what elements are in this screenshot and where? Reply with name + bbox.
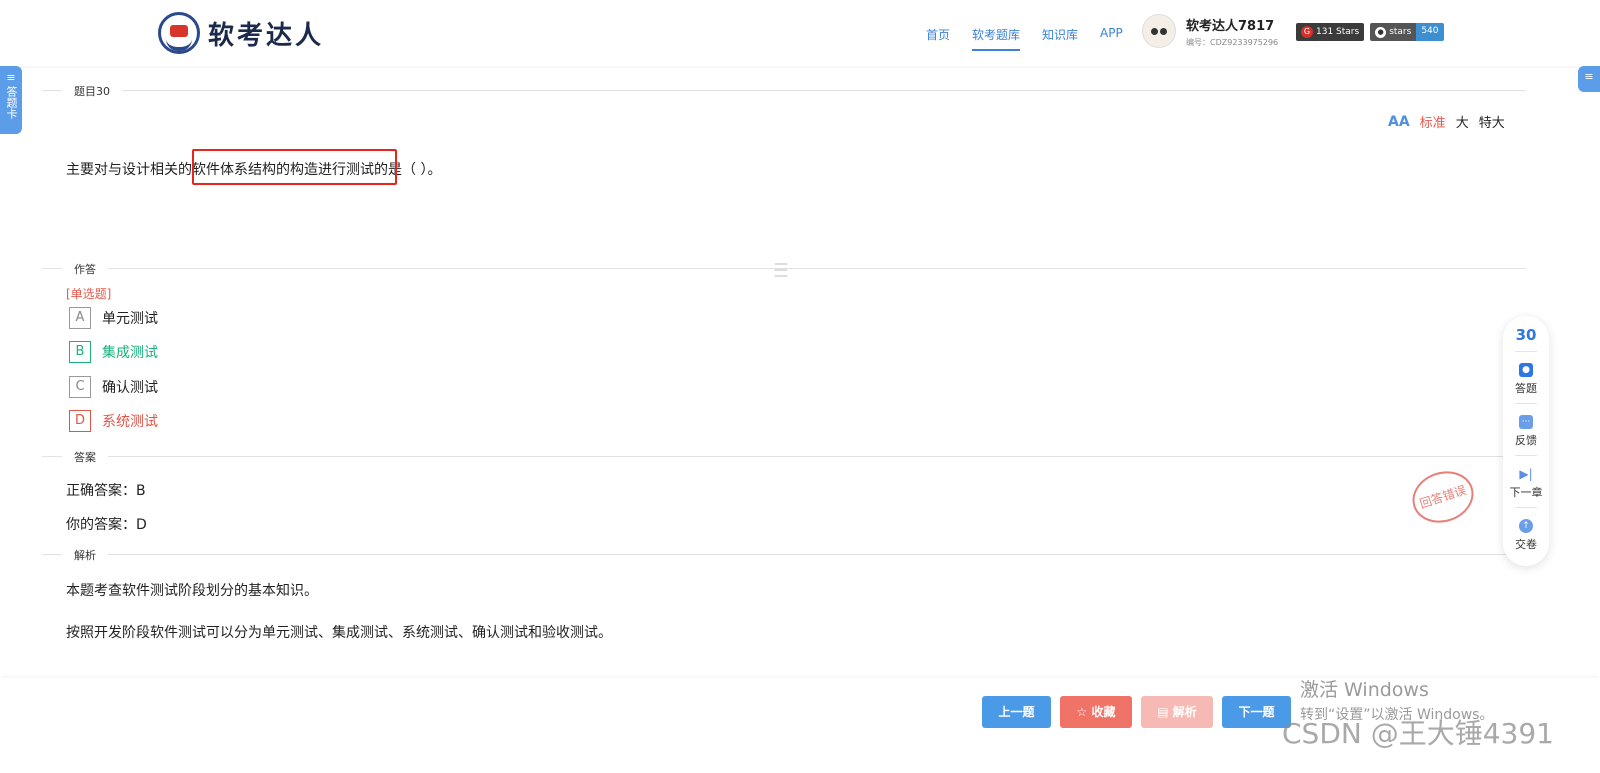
option-key: C (69, 376, 91, 398)
site-logo[interactable]: 软考达人 (158, 12, 324, 54)
question-number: 30 (1515, 326, 1537, 344)
analysis-paragraph: 按照开发阶段软件测试可以分为单元测试、集成测试、系统测试、确认测试和验收测试。 (66, 625, 612, 641)
document-icon: ▤ (1157, 705, 1173, 719)
star-badges: G 131 Stars ● stars 540 (1296, 23, 1444, 41)
option-text: 系统测试 (102, 414, 158, 430)
nav-knowledge-base[interactable]: 知识库 (1042, 26, 1078, 43)
font-xlarge[interactable]: 特大 (1479, 112, 1505, 131)
analysis-section-label: 解析 (62, 547, 108, 563)
option-key: B (69, 341, 91, 363)
upload-arrow-icon: ↑ (1519, 519, 1533, 533)
answer-area-label: 作答 (62, 261, 108, 277)
csdn-watermark: CSDN @王大锤4391 (1282, 717, 1554, 750)
analysis-paragraph: 本题考查软件测试阶段划分的基本知识。 (66, 583, 318, 599)
option-text: 单元测试 (102, 311, 158, 327)
top-header: 软考达人 首页 软考题库 知识库 APP 软考达人7817 编号：CDZ9233… (0, 0, 1600, 66)
github-icon: ● (1375, 26, 1387, 38)
answer-card-tab[interactable]: ≡ 答题卡 (0, 66, 22, 134)
divider (1515, 351, 1537, 352)
right-menu-tab[interactable]: ≡ (1578, 66, 1600, 92)
divider (42, 90, 1526, 91)
prev-question-button[interactable]: 上一题 (982, 696, 1051, 728)
option-key: D (69, 410, 91, 432)
skip-next-icon: ▶| (1519, 467, 1533, 481)
wrong-answer-stamp: 回答错误 (1405, 463, 1481, 531)
user-id: 编号：CDZ9233975296 (1186, 37, 1279, 47)
option-text: 确认测试 (102, 380, 158, 396)
avatar[interactable] (1142, 14, 1176, 48)
font-size-switch: AA 标准 大 特大 (1388, 112, 1505, 132)
gitee-stars-badge[interactable]: G 131 Stars (1296, 23, 1365, 41)
answer-card-label: 答题卡 (5, 86, 18, 119)
correct-answer: 正确答案：B (66, 483, 146, 499)
answer-sheet-icon: ● (1519, 363, 1533, 377)
menu-icon: ≡ (1584, 70, 1594, 83)
github-stars-badge[interactable]: ● stars 540 (1370, 23, 1444, 41)
main-nav: 首页 软考题库 知识库 APP (926, 26, 1123, 51)
logo-icon (158, 12, 200, 54)
nav-question-bank[interactable]: 软考题库 (972, 26, 1021, 51)
divider (42, 456, 1526, 457)
font-standard[interactable]: 标准 (1420, 112, 1446, 131)
nav-home[interactable]: 首页 (926, 26, 950, 43)
divider (42, 554, 1526, 555)
your-answer: 你的答案：D (66, 517, 147, 533)
next-question-button[interactable]: 下一题 (1222, 696, 1291, 728)
question-section-label: 题目30 (62, 83, 122, 99)
option-text: 集成测试 (102, 345, 158, 361)
option-d[interactable]: D 系统测试 (69, 410, 158, 432)
divider (1515, 455, 1537, 456)
option-key: A (69, 307, 91, 329)
font-large[interactable]: 大 (1456, 112, 1469, 131)
divider (1515, 507, 1537, 508)
nav-app[interactable]: APP (1100, 26, 1123, 43)
answer-section-label: 答案 (62, 449, 108, 465)
gitee-icon: G (1301, 26, 1313, 38)
feedback-icon: ··· (1519, 415, 1533, 429)
submit-paper-button[interactable]: ↑ 交卷 (1503, 519, 1549, 552)
favorite-button[interactable]: ☆ 收藏 (1060, 696, 1132, 728)
drag-handle-icon[interactable]: — — — (774, 257, 794, 283)
highlight-annotation (192, 149, 397, 185)
font-size-icon: AA (1388, 113, 1410, 130)
logo-text: 软考达人 (208, 20, 325, 51)
option-a[interactable]: A 单元测试 (69, 307, 158, 329)
divider (1515, 403, 1537, 404)
user-name: 软考达人7817 (1186, 18, 1275, 34)
next-chapter-button[interactable]: ▶| 下一章 (1503, 467, 1549, 500)
feedback-button[interactable]: ··· 反馈 (1503, 415, 1549, 448)
floating-toolbar: 30 ● 答题 ··· 反馈 ▶| 下一章 ↑ 交卷 (1503, 316, 1549, 566)
option-b[interactable]: B 集成测试 (69, 341, 158, 363)
menu-icon: ≡ (6, 71, 16, 84)
user-profile[interactable]: 软考达人7817 编号：CDZ9233975296 (1142, 14, 1278, 48)
question-type: [单选题] (66, 287, 112, 301)
answer-sheet-button[interactable]: ● 答题 (1503, 363, 1549, 396)
option-c[interactable]: C 确认测试 (69, 376, 158, 398)
analysis-button[interactable]: ▤ 解析 (1141, 696, 1213, 728)
